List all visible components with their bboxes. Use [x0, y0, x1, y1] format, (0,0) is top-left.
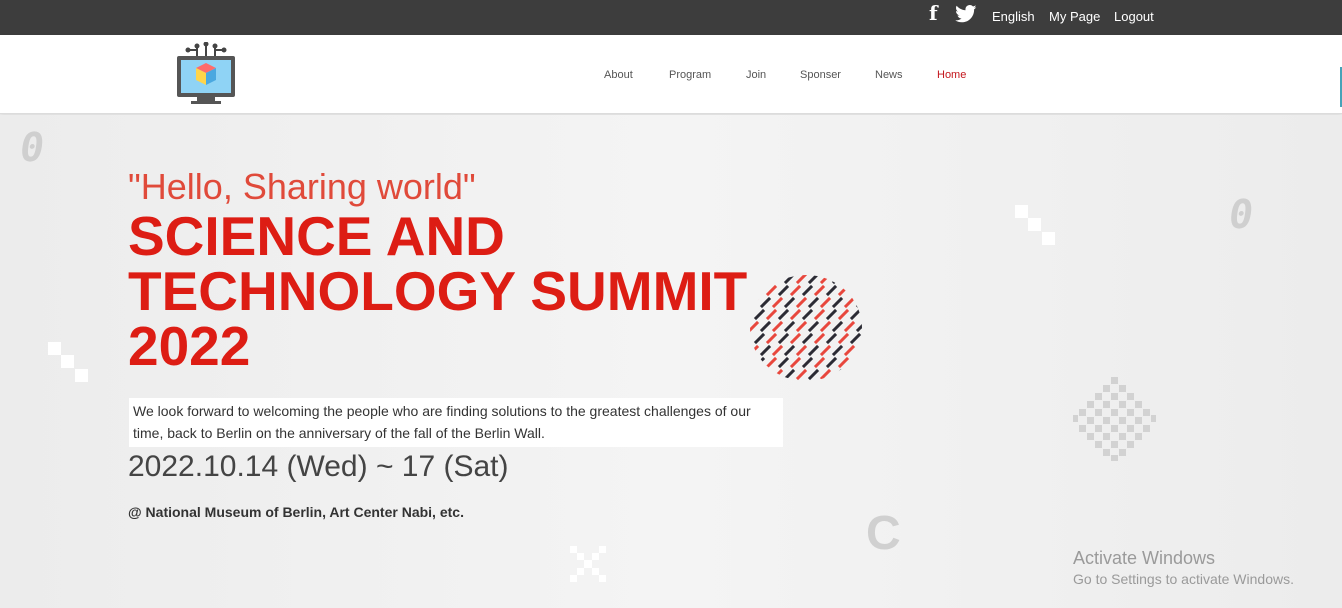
watermark-subtitle: Go to Settings to activate Windows.	[1073, 571, 1294, 587]
diamond-pattern-decoration	[1073, 377, 1156, 461]
woven-dash	[819, 296, 832, 309]
woven-dash	[843, 275, 856, 285]
woven-dash	[849, 308, 862, 321]
woven-dash	[837, 284, 850, 297]
twitter-icon[interactable]	[955, 5, 977, 23]
woven-dash	[819, 344, 832, 357]
woven-dash	[807, 296, 820, 309]
language-link[interactable]: English	[992, 9, 1035, 25]
my-page-link[interactable]: My Page	[1049, 9, 1100, 25]
nav-join[interactable]: Join	[746, 68, 766, 82]
pixel-stair-decoration	[48, 342, 88, 382]
woven-dash	[843, 296, 856, 309]
activation-watermark: Activate Windows Go to Settings to activ…	[1073, 547, 1294, 588]
woven-dash	[825, 332, 838, 345]
zero-decoration: 0	[16, 125, 48, 171]
x-decoration	[570, 546, 606, 582]
woven-dash	[855, 368, 862, 381]
woven-dash	[801, 332, 814, 345]
woven-dash	[789, 356, 802, 369]
woven-dash	[843, 320, 856, 333]
woven-dash	[855, 296, 862, 309]
woven-dash	[831, 320, 844, 333]
woven-dash	[831, 296, 844, 309]
woven-dash	[825, 308, 838, 321]
woven-dash	[813, 332, 826, 345]
woven-dash	[837, 308, 850, 321]
woven-dash	[837, 356, 850, 369]
hero-description: We look forward to welcoming the people …	[129, 398, 783, 447]
woven-dash	[807, 320, 820, 333]
woven-dash	[837, 332, 850, 345]
woven-dash	[813, 308, 826, 321]
woven-dash	[843, 368, 856, 381]
nav-about[interactable]: About	[604, 68, 633, 82]
woven-dash	[807, 275, 820, 285]
woven-dash	[789, 308, 802, 321]
woven-dash	[795, 296, 808, 309]
woven-dash	[849, 284, 862, 297]
site-logo[interactable]	[175, 42, 237, 105]
nav-sponser[interactable]: Sponser	[800, 68, 841, 82]
zero-decoration: 0	[1225, 192, 1257, 238]
woven-dash	[813, 356, 826, 369]
pixel-stair-decoration	[1015, 205, 1055, 245]
woven-dash	[849, 332, 862, 345]
woven-dash	[801, 356, 814, 369]
event-venue: @ National Museum of Berlin, Art Center …	[128, 504, 464, 520]
woven-dash	[795, 344, 808, 357]
woven-dash	[789, 332, 802, 345]
main-navbar: About Program Join Sponser News Home	[0, 35, 1342, 114]
hero-section: 0 0 C "Hello, Sharing world" SCIENCE AND…	[0, 115, 1342, 608]
woven-dash	[819, 368, 832, 381]
woven-dash	[843, 344, 856, 357]
woven-dash	[855, 275, 862, 285]
woven-dash	[825, 356, 838, 369]
woven-dash	[789, 284, 802, 297]
woven-dash	[807, 368, 820, 381]
woven-dash	[831, 275, 844, 285]
woven-dash	[795, 275, 808, 285]
woven-dash	[795, 368, 808, 381]
woven-dash	[813, 284, 826, 297]
woven-dash	[855, 320, 862, 333]
watermark-title: Activate Windows	[1073, 548, 1216, 568]
top-bar: f English My Page Logout	[0, 0, 1342, 35]
woven-dash	[825, 284, 838, 297]
woven-dash	[807, 344, 820, 357]
nav-news[interactable]: News	[875, 68, 903, 82]
woven-dash	[801, 284, 814, 297]
nav-program[interactable]: Program	[669, 68, 711, 82]
woven-dash	[795, 320, 808, 333]
woven-dash	[801, 308, 814, 321]
woven-dash	[831, 344, 844, 357]
facebook-icon[interactable]: f	[929, 2, 938, 24]
nav-home[interactable]: Home	[937, 68, 966, 82]
hero-title: SCIENCE AND TECHNOLOGY SUMMIT 2022	[128, 205, 748, 377]
woven-dash	[819, 320, 832, 333]
event-date: 2022.10.14 (Wed) ~ 17 (Sat)	[128, 450, 509, 483]
woven-dash	[819, 275, 832, 285]
woven-dash	[849, 356, 862, 369]
woven-dash	[855, 344, 862, 357]
woven-dash	[831, 368, 844, 381]
hero-greeting: "Hello, Sharing world"	[128, 166, 476, 207]
c-decoration: C	[866, 507, 901, 560]
logout-link[interactable]: Logout	[1114, 9, 1154, 25]
